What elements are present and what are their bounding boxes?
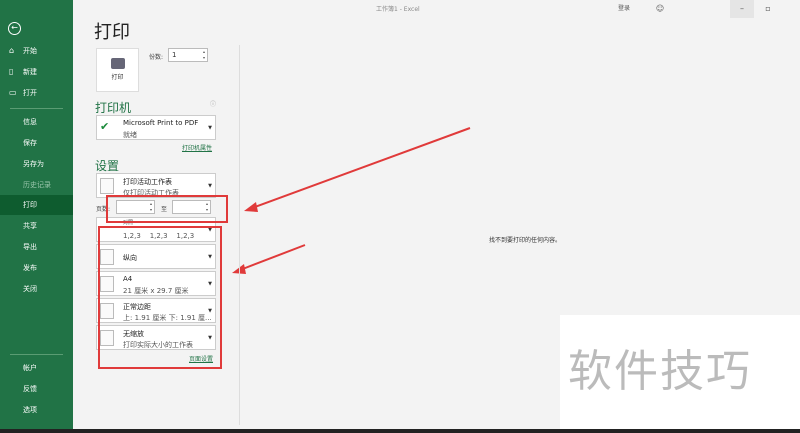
arrow-head: [244, 202, 258, 212]
arrow-line: [251, 127, 471, 209]
divider: [239, 45, 240, 425]
arrow-line: [239, 244, 306, 271]
taskbar-strip: [0, 429, 800, 433]
watermark: 软件技巧: [560, 315, 800, 433]
preview-message: 找不到要打印的任何内容。: [489, 237, 562, 244]
